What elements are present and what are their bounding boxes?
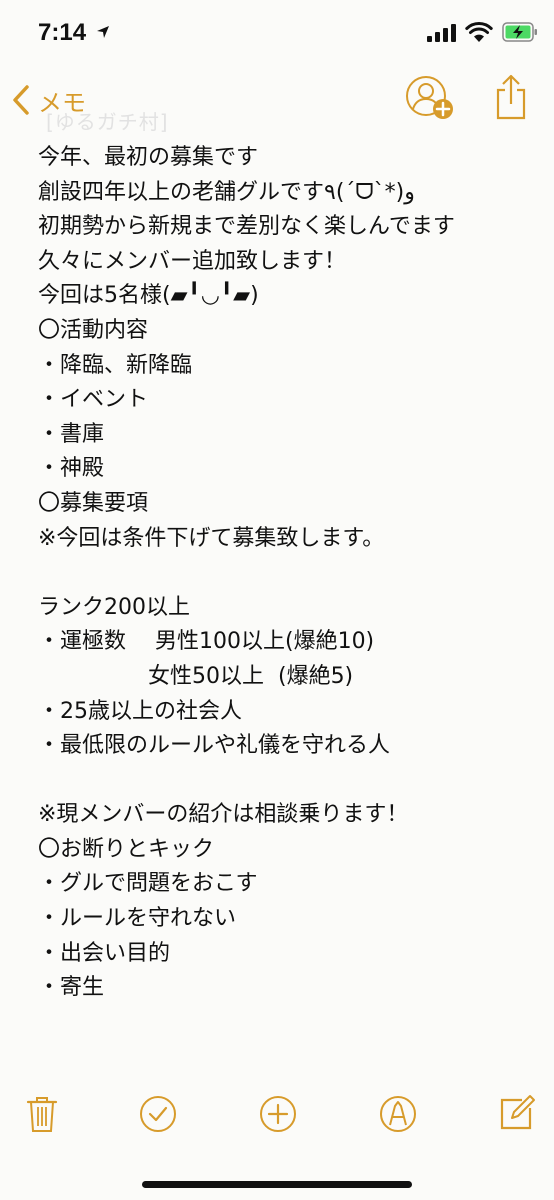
- note-line: ・神殿: [38, 456, 105, 482]
- bottom-toolbar: [0, 1080, 554, 1152]
- note-line: 女性50以上 (爆絶5): [38, 663, 354, 689]
- markup-icon: [380, 1096, 416, 1132]
- compose-button[interactable]: [496, 1094, 536, 1134]
- note-line: ・最低限のルールや礼儀を守れる人: [38, 733, 391, 759]
- note-line: ・降臨、新降臨: [38, 352, 193, 378]
- navigation-bar: [ゆるガチ村] メモ: [0, 70, 554, 134]
- cellular-signal-icon: [427, 24, 456, 42]
- add-button[interactable]: [258, 1094, 298, 1134]
- note-line: ・25歳以上の社会人: [38, 698, 242, 724]
- note-line: ランク200以上: [38, 594, 190, 620]
- note-line: 今回は5名様(▰╹◡╹▰): [38, 283, 259, 309]
- note-line: ・運極数 男性100以上(爆絶10): [38, 629, 375, 655]
- note-line: 〇活動内容: [38, 317, 149, 343]
- add-person-icon: [406, 76, 453, 119]
- status-time: 7:14: [38, 19, 87, 46]
- note-line: ・出会い目的: [38, 940, 171, 966]
- chevron-left-icon: [13, 85, 29, 115]
- note-line: ・ルールを守れない: [38, 906, 237, 932]
- note-line: 〇募集要項: [38, 490, 149, 516]
- note-line: 〇お断りとキック: [38, 836, 215, 862]
- checklist-icon: [140, 1096, 176, 1132]
- battery-charging-icon: [502, 22, 537, 42]
- note-line: 久々にメンバー追加致します！: [38, 248, 347, 274]
- note-line: ・イベント: [38, 387, 149, 413]
- note-line: ・グルで問題をおこす: [38, 871, 258, 897]
- trash-icon: [26, 1097, 58, 1132]
- note-line: ・書庫: [38, 421, 105, 447]
- home-indicator: [142, 1181, 412, 1188]
- wifi-icon: [465, 22, 493, 42]
- note-body[interactable]: 今年、最初の募集です創設四年以上の老舗グルです٩(ˊᗜˋ*)و 初期勢から新規まで…: [38, 141, 538, 1006]
- location-arrow-icon: [97, 26, 109, 38]
- note-line: ・寄生: [38, 975, 105, 1001]
- note-line: 今年、最初の募集です: [38, 145, 259, 170]
- back-button[interactable]: メモ: [12, 80, 86, 120]
- markup-button[interactable]: [378, 1094, 418, 1134]
- note-line: 創設四年以上の老舗グルです٩(ˊᗜˋ*)و: [38, 179, 415, 205]
- note-line: [38, 556, 538, 591]
- add-icon: [260, 1096, 296, 1132]
- add-people-button[interactable]: [404, 74, 456, 128]
- share-icon: [496, 74, 526, 120]
- share-button[interactable]: [494, 74, 528, 124]
- note-line: [38, 764, 538, 799]
- delete-button[interactable]: [22, 1094, 62, 1134]
- checklist-button[interactable]: [138, 1094, 178, 1134]
- status-bar: 7:14: [0, 0, 554, 70]
- back-button-label: メモ: [38, 88, 86, 117]
- note-line: ※現メンバーの紹介は相談乗ります！: [38, 802, 409, 828]
- note-line: 初期勢から新規まで差別なく楽しんでます: [38, 214, 455, 240]
- note-line: ※今回は条件下げて募集致します。: [38, 525, 385, 551]
- compose-icon: [500, 1095, 535, 1130]
